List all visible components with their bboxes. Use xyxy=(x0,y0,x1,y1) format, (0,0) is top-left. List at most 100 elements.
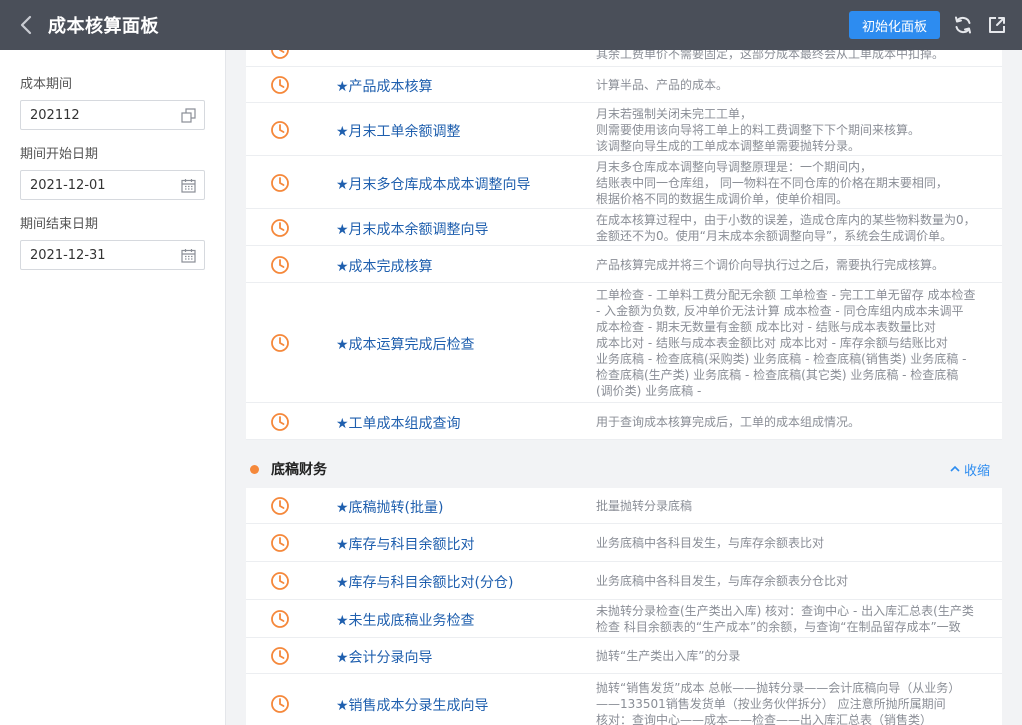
clock-icon xyxy=(270,173,290,193)
task-row[interactable]: ★产品成本核算 计算半品、产品的成本。 xyxy=(246,67,1002,103)
task-description: 工单检查 - 工单料工费分配无余额 工单检查 - 完工工单无留存 成本检查 - 入… xyxy=(596,287,1002,399)
task-link[interactable]: ★产品成本核算 xyxy=(336,76,433,96)
clock-icon xyxy=(270,533,290,553)
task-description-line: 金额还不为0。使用“月末成本余额调整向导”，系统会生成调价单。 xyxy=(596,228,953,243)
task-link[interactable]: ★成本完成核算 xyxy=(336,256,433,276)
start-date-field[interactable]: 2021-12-01 xyxy=(20,170,205,200)
task-link[interactable]: ★成本运算完成后检查 xyxy=(336,334,475,354)
task-row[interactable]: ★工单成本组成查询 用于查询成本核算完成后，工单的成本组成情况。 xyxy=(246,403,1002,440)
task-description: 业务底稿中各科目发生，与库存余额表比对 xyxy=(596,535,1002,551)
clock-icon xyxy=(270,496,290,516)
task-description-line: 成本检查 - 期末无数量有金额 成本比对 - 结账与成本表数量比对 xyxy=(596,320,936,334)
task-row[interactable]: ★成本完成核算 产品核算完成并将三个调价向导执行过之后，需要执行完成核算。 xyxy=(246,246,1002,283)
task-row[interactable]: ★销售成本分录生成向导 抛转“销售发货”成本 总帐——抛转分录——会计底稿向导（从… xyxy=(246,674,1002,725)
task-description: 抛转“生产类出入库”的分录 xyxy=(596,648,1002,664)
task-row[interactable]: ★月末工单余额调整 月末若强制关闭未完工工单， 则需要使用该向导将工单上的料工费调整… xyxy=(246,103,1002,156)
task-row[interactable]: ★未生成底稿业务检查 未抛转分录检查(生产类出入库) 核对：查询中心 - 出入库汇… xyxy=(246,600,1002,638)
task-row[interactable]: ★库存与科目余额比对 业务底稿中各科目发生，与库存余额表比对 xyxy=(246,524,1002,562)
calendar-icon[interactable] xyxy=(180,177,196,193)
calendar-icon[interactable] xyxy=(180,247,196,263)
task-description-line: 月末多仓库成本调整向导调整原理是：一个期间内， xyxy=(596,159,873,174)
task-description-line: 抛转“生产类出入库”的分录 xyxy=(596,649,741,663)
task-row[interactable]: 其余工费单价不需要固定，这部分成本最终会从工单成本中扣掉。 xyxy=(246,50,1002,67)
task-description-line: 检查底稿(生产类) 业务底稿 - 检查底稿(其它类) 业务底稿 - 检查底稿 xyxy=(596,368,959,382)
task-description-line: 则需要使用该向导将工单上的料工费调整下下个期间来核算。 xyxy=(596,122,921,137)
task-description-line: 在成本核算过程中，由于小数的误差，造成仓库内的某些物料数量为0， xyxy=(596,212,976,227)
start-date-value: 2021-12-01 xyxy=(30,177,106,193)
clock-icon xyxy=(270,218,290,238)
copy-icon[interactable] xyxy=(180,107,196,123)
task-description-line: 月末若强制关闭未完工工单， xyxy=(596,106,753,121)
task-link[interactable]: ★底稿抛转(批量) xyxy=(336,497,443,517)
task-description: 用于查询成本核算完成后，工单的成本组成情况。 xyxy=(596,414,1002,430)
export-icon[interactable] xyxy=(986,14,1008,36)
task-row[interactable]: ★月末成本余额调整向导 在成本核算过程中，由于小数的误差，造成仓库内的某些物料数量… xyxy=(246,209,1002,246)
clock-icon xyxy=(270,571,290,591)
task-description: 批量抛转分录底稿 xyxy=(596,498,1002,514)
task-link[interactable]: ★工单成本组成查询 xyxy=(336,413,461,433)
init-panel-button[interactable]: 初始化面板 xyxy=(848,11,940,39)
task-link[interactable]: ★月末工单余额调整 xyxy=(336,121,461,141)
start-date-label: 期间开始日期 xyxy=(20,147,99,162)
clock-icon xyxy=(270,646,290,666)
task-link[interactable]: ★库存与科目余额比对 xyxy=(336,534,475,554)
task-description-line: 未抛转分录检查(生产类出入库) 核对：查询中心 - 出入库汇总表(生产类 xyxy=(596,604,974,618)
task-description-line: 抛转“销售发货”成本 总帐——抛转分录——会计底稿向导（从业务） xyxy=(596,681,961,695)
task-description-line: 根据价格不同的数据生成调价单，使单价相同。 xyxy=(596,191,849,206)
clock-icon xyxy=(270,75,290,95)
task-link[interactable]: ★月末成本余额调整向导 xyxy=(336,219,489,239)
end-date-value: 2021-12-31 xyxy=(30,247,106,263)
chevron-up-icon xyxy=(950,465,960,472)
task-description-line: 用于查询成本核算完成后，工单的成本组成情况。 xyxy=(596,414,861,429)
task-description-line: 结账表中同一仓库组， 同一物料在不同仓库的价格在期末要相同， xyxy=(596,175,948,190)
clock-icon xyxy=(270,609,290,629)
end-date-field[interactable]: 2021-12-31 xyxy=(20,240,205,270)
task-description: 产品核算完成并将三个调价向导执行过之后，需要执行完成核算。 xyxy=(596,257,1002,273)
clock-icon xyxy=(270,120,290,140)
task-description-line: 业务底稿中各科目发生，与库存余额表比对 xyxy=(596,536,825,550)
end-date-label: 期间结束日期 xyxy=(20,217,99,232)
clock-icon xyxy=(270,694,290,714)
task-row[interactable]: ★库存与科目余额比对(分仓) 业务底稿中各科目发生，与库存余额表分仓比对 xyxy=(246,562,1002,600)
ledger-task-card: ★底稿抛转(批量) 批量抛转分录底稿 ★库存与科目余额比对 业务底稿中各科目发生，与库… xyxy=(246,488,1002,725)
task-row[interactable]: ★会计分录向导 抛转“生产类出入库”的分录 xyxy=(246,638,1002,674)
task-description: 其余工费单价不需要固定，这部分成本最终会从工单成本中扣掉。 xyxy=(596,50,945,61)
collapse-label: 收缩 xyxy=(963,463,990,479)
section-header: 底稿财务 收缩 xyxy=(246,450,1002,488)
task-description-line: 业务底稿中各科目发生，与库存余额表分仓比对 xyxy=(596,574,849,588)
refresh-icon[interactable] xyxy=(952,14,974,36)
task-link[interactable]: ★未生成底稿业务检查 xyxy=(336,610,475,630)
task-row[interactable]: ★底稿抛转(批量) 批量抛转分录底稿 xyxy=(246,488,1002,524)
task-description-line: 批量抛转分录底稿 xyxy=(596,499,693,513)
task-description-line: 该调整向导生成的工单成本调整单需要抛转分录。 xyxy=(596,138,861,153)
task-description-line: 计算半品、产品的成本。 xyxy=(596,78,729,92)
period-field[interactable]: 202112 xyxy=(20,100,205,130)
task-link[interactable]: ★会计分录向导 xyxy=(336,647,433,667)
clock-icon xyxy=(270,50,290,60)
task-description: 计算半品、产品的成本。 xyxy=(596,77,1002,93)
task-link[interactable]: ★库存与科目余额比对(分仓) xyxy=(336,572,513,592)
task-description: 月末多仓库成本调整向导调整原理是：一个期间内， 结账表中同一仓库组， 同一物料在不… xyxy=(596,159,1002,207)
section-dot xyxy=(250,464,259,474)
collapse-button[interactable]: 收缩 xyxy=(950,460,990,479)
task-row[interactable]: ★月末多仓库成本成本调整向导 月末多仓库成本调整向导调整原理是：一个期间内， 结账表… xyxy=(246,156,1002,209)
task-description-line: 工单检查 - 工单料工费分配无余额 工单检查 - 完工工单无留存 成本检查 xyxy=(596,288,976,302)
task-link[interactable]: ★月末多仓库成本成本调整向导 xyxy=(336,174,531,194)
task-description: 未抛转分录检查(生产类出入库) 核对：查询中心 - 出入库汇总表(生产类 检查 科… xyxy=(596,603,1002,635)
chevron-left-icon[interactable] xyxy=(16,15,36,35)
page-title: 成本核算面板 xyxy=(48,16,159,37)
task-description-line: 核对：查询中心——成本——检查——出入库汇总表（销售类） xyxy=(596,713,933,725)
clock-icon xyxy=(270,255,290,275)
filter-panel: 成本期间 202112 期间开始日期 2021-12-01 期间结束日期 202… xyxy=(0,50,226,725)
task-description-line: - 入金额为负数, 反冲单价无法计算 成本检查 - 同仓库组内成本未调平 xyxy=(596,304,964,318)
task-description-line: 业务底稿 - 检查底稿(采购类) 业务底稿 - 检查底稿(销售类) 业务底稿 - xyxy=(596,352,967,366)
task-link[interactable]: ★销售成本分录生成向导 xyxy=(336,695,489,715)
period-label: 成本期间 xyxy=(20,77,73,92)
task-description-line: 产品核算完成并将三个调价向导执行过之后，需要执行完成核算。 xyxy=(596,257,945,272)
task-description-line: 成本比对 - 结账与成本表金额比对 成本比对 - 库存余额与结账比对 xyxy=(596,336,948,350)
task-description: 月末若强制关闭未完工工单， 则需要使用该向导将工单上的料工费调整下下个期间来核算。… xyxy=(596,106,1002,154)
section-title: 底稿财务 xyxy=(271,462,327,478)
task-row[interactable]: ★成本运算完成后检查 工单检查 - 工单料工费分配无余额 工单检查 - 完工工单无… xyxy=(246,283,1002,403)
top-header: 成本核算面板 初始化面板 xyxy=(0,0,1022,50)
cost-task-card: 其余工费单价不需要固定，这部分成本最终会从工单成本中扣掉。 ★产品成本核算 计算半… xyxy=(246,50,1002,440)
